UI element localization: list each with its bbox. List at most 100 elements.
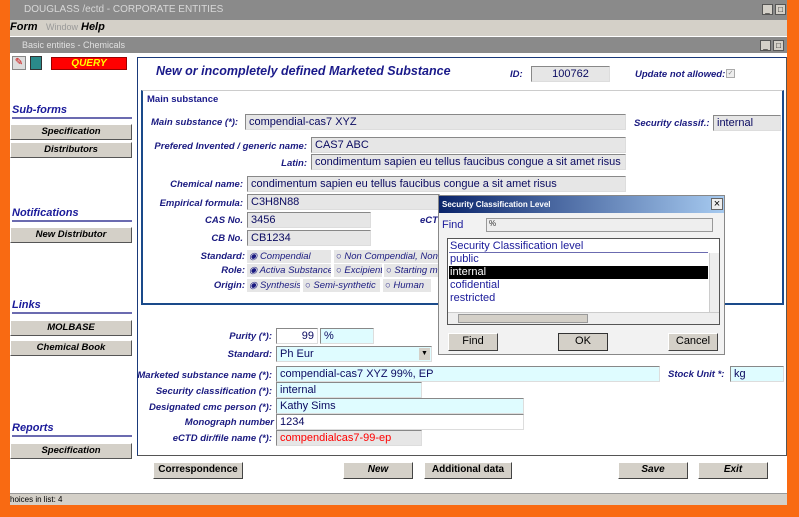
reports-heading: Reports: [12, 422, 132, 437]
menu-help[interactable]: Help: [81, 21, 105, 33]
origin-synthesis-radio[interactable]: ◉ Synthesis: [247, 279, 300, 292]
menu-window[interactable]: Window: [46, 22, 78, 32]
mode-indicator: QUERY: [51, 57, 127, 70]
status-text: hoices in list: 4: [10, 495, 63, 504]
horizontal-scrollbar[interactable]: [448, 312, 719, 324]
id-field: 100762: [531, 66, 610, 82]
correspondence-button[interactable]: Correspondence: [153, 462, 243, 479]
update-not-allowed-label: Update not allowed:: [635, 69, 726, 80]
main-substance-label: Main substance (*):: [151, 117, 239, 128]
scroll-thumb[interactable]: [458, 314, 588, 323]
links-heading: Links: [12, 299, 132, 314]
radio-text: Activa Substance: [259, 265, 331, 276]
purity-label: Purity (*):: [229, 331, 272, 342]
chemical-name-field[interactable]: condimentum sapien eu tellus faucibus co…: [247, 176, 626, 192]
preferred-name-label: Prefered Invented / generic name:: [154, 141, 307, 152]
standard-radio-label: Standard:: [200, 251, 245, 262]
dialog-find-button[interactable]: Find: [448, 333, 498, 351]
window-title: DOUGLASS /ectd - CORPORATE ENTITIES: [24, 4, 224, 15]
origin-human-radio[interactable]: ○ Human: [383, 279, 431, 292]
purity-unit-field[interactable]: %: [320, 328, 374, 344]
notifications-heading: Notifications: [12, 207, 132, 222]
exit-button[interactable]: Exit: [698, 462, 768, 479]
cas-field[interactable]: 3456: [247, 212, 371, 228]
form-title: New or incompletely defined Marketed Sub…: [156, 64, 451, 78]
latin-label: Latin:: [281, 158, 307, 169]
chevron-down-icon[interactable]: ▼: [419, 348, 430, 360]
standard-compendial-radio[interactable]: ◉ Compendial: [247, 250, 331, 263]
role-starting-radio[interactable]: ○ Starting m.: [384, 264, 438, 277]
status-bar: hoices in list: 4: [10, 493, 787, 505]
title-bar: DOUGLASS /ectd - CORPORATE ENTITIES: [10, 0, 787, 20]
group-title: Main substance: [147, 94, 219, 105]
save-button[interactable]: Save: [618, 462, 688, 479]
security-classif-label: Security classif.:: [634, 118, 710, 129]
report-specification-button[interactable]: Specification: [10, 443, 132, 459]
subforms-heading: Sub-forms: [12, 104, 132, 119]
ectd-label: eCTD dir/file name (*):: [172, 433, 272, 444]
standard-select[interactable]: Ph Eur ▼: [276, 346, 432, 362]
radio-text: Semi-synthetic: [313, 280, 376, 291]
origin-semisynthetic-radio[interactable]: ○ Semi-synthetic: [303, 279, 380, 292]
additional-data-button[interactable]: Additional data: [424, 462, 512, 479]
standard-label: Standard:: [227, 349, 272, 360]
inner-title-bar: Basic entities - Chemicals: [10, 37, 787, 53]
new-distributor-button[interactable]: New Distributor: [10, 227, 132, 243]
molbase-link-button[interactable]: MOLBASE: [10, 320, 132, 336]
marketed-name-field[interactable]: compendial-cas7 XYZ 99%, EP: [276, 366, 660, 382]
radio-text: Compendial: [259, 251, 311, 262]
security-classification-field[interactable]: internal: [276, 382, 422, 398]
origin-radio-label: Origin:: [213, 280, 245, 291]
dialog-title: Security Classification Level: [442, 200, 551, 209]
vertical-scrollbar[interactable]: [709, 253, 719, 312]
dialog-ok-button[interactable]: OK: [558, 333, 608, 351]
ectd-partial-label: eCT: [420, 215, 438, 226]
chemical-book-link-button[interactable]: Chemical Book: [10, 340, 132, 356]
role-excipient-radio[interactable]: ○ Excipient: [334, 264, 382, 277]
role-active-radio[interactable]: ◉ Activa Substance: [247, 264, 331, 277]
exit-door-icon[interactable]: [30, 56, 42, 70]
subform-distributors-button[interactable]: Distributors: [10, 142, 132, 158]
list-item[interactable]: public: [449, 253, 708, 266]
preferred-name-field[interactable]: CAS7 ABC: [311, 137, 626, 153]
minimize-button[interactable]: _: [762, 4, 773, 15]
cmc-person-label: Designated cmc person (*):: [149, 402, 272, 413]
monograph-field[interactable]: 1234: [276, 414, 524, 430]
id-label: ID:: [510, 69, 523, 80]
purity-field[interactable]: 99: [276, 328, 318, 344]
inner-minimize-button[interactable]: _: [760, 40, 771, 51]
radio-text: Non Compendial, Non M: [344, 251, 438, 262]
cb-field[interactable]: CB1234: [247, 230, 371, 246]
dialog-find-label: Find: [442, 219, 464, 231]
cb-label: CB No.: [211, 233, 243, 244]
inner-title: Basic entities - Chemicals: [22, 40, 126, 50]
standard-value: Ph Eur: [280, 348, 314, 360]
menu-bar: Form Window Help: [10, 20, 787, 36]
stock-unit-label: Stock Unit *:: [668, 369, 725, 380]
main-substance-field[interactable]: compendial-cas7 XYZ: [245, 114, 626, 130]
cmc-person-field[interactable]: Kathy Sims: [276, 398, 524, 414]
list-item[interactable]: restricted: [449, 292, 708, 305]
stock-unit-field[interactable]: kg: [730, 366, 784, 382]
classification-list[interactable]: Security Classification level public int…: [447, 238, 720, 325]
maximize-button[interactable]: □: [775, 4, 786, 15]
empirical-formula-field[interactable]: C3H8N88: [247, 194, 440, 210]
list-item[interactable]: cofidential: [449, 279, 708, 292]
latin-field[interactable]: condimentum sapien eu tellus faucibus co…: [311, 154, 626, 170]
menu-form[interactable]: Form: [10, 21, 38, 33]
new-button[interactable]: New: [343, 462, 413, 479]
radio-text: Human: [393, 280, 425, 291]
marketed-name-label: Marketed substance name (*):: [137, 370, 272, 381]
inner-maximize-button[interactable]: □: [773, 40, 784, 51]
subform-specification-button[interactable]: Specification: [10, 124, 132, 140]
close-icon[interactable]: ×: [711, 198, 723, 210]
monograph-label: Monograph number: [184, 417, 274, 428]
dialog-find-input[interactable]: %: [486, 218, 713, 232]
update-not-allowed-checkbox[interactable]: ✓: [726, 69, 735, 78]
security-classif-field[interactable]: internal: [713, 115, 781, 131]
standard-noncompendial-radio[interactable]: ○ Non Compendial, Non M: [334, 250, 438, 263]
dialog-cancel-button[interactable]: Cancel: [668, 333, 718, 351]
edit-tool-icon[interactable]: ✎: [12, 56, 26, 70]
radio-text: Starting m.: [394, 265, 438, 276]
list-item-selected[interactable]: internal: [449, 266, 708, 279]
